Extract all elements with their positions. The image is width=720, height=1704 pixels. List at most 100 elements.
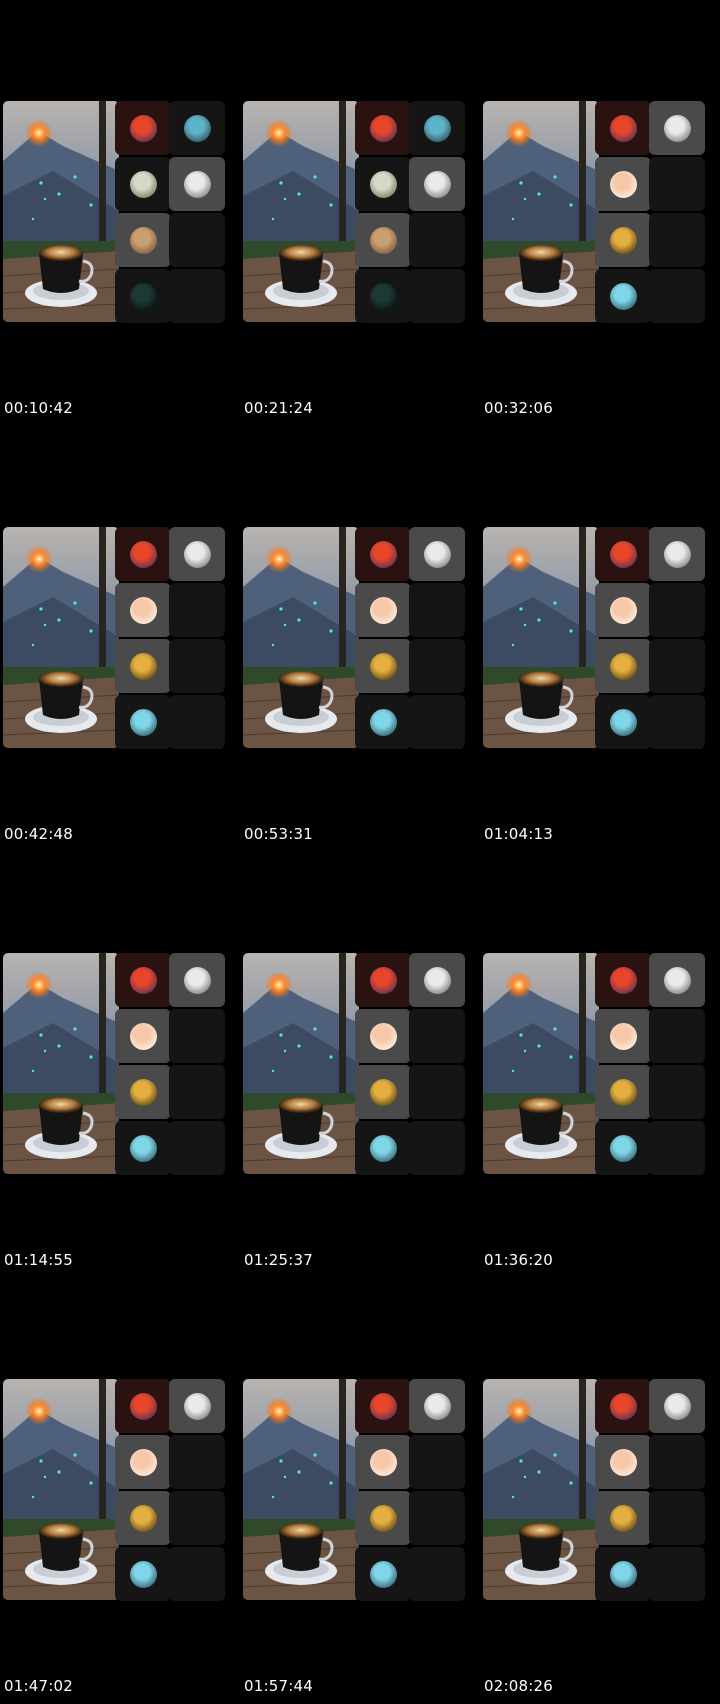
cyan-figure-avatar xyxy=(369,708,397,736)
participant-tile xyxy=(115,1009,171,1063)
frame-thumbnail[interactable] xyxy=(483,527,717,749)
empty-tile xyxy=(649,639,705,693)
participant-tile xyxy=(355,1065,411,1119)
old-man-bw-avatar xyxy=(183,966,211,994)
frame-timestamp: 01:47:02 xyxy=(4,1677,73,1695)
empty-tile xyxy=(409,213,465,267)
frame-thumbnail[interactable] xyxy=(483,1379,717,1601)
cyan-figure-avatar xyxy=(129,708,157,736)
coffee-scene-image xyxy=(3,101,119,322)
baby-face-avatar xyxy=(369,1448,397,1476)
empty-tile xyxy=(409,1491,465,1545)
frame-thumbnail[interactable] xyxy=(243,527,477,749)
participant-tile xyxy=(355,1547,411,1601)
participant-tile xyxy=(355,583,411,637)
statue-avatar xyxy=(369,170,397,198)
participant-tile xyxy=(409,157,465,211)
gold-emblem-avatar xyxy=(369,1078,397,1106)
video-frame-cell[interactable]: 01:47:02 xyxy=(0,1278,240,1704)
empty-tile xyxy=(169,695,225,749)
baby-face-avatar xyxy=(609,1022,637,1050)
gold-emblem-avatar xyxy=(129,1504,157,1532)
participant-tile xyxy=(355,1379,411,1433)
participant-tile xyxy=(169,157,225,211)
gold-emblem-avatar xyxy=(369,652,397,680)
participant-tile xyxy=(169,101,225,155)
video-frame-cell[interactable]: 00:42:48 xyxy=(0,426,240,852)
old-man-bw-avatar xyxy=(183,1392,211,1420)
sunset-warrior-avatar xyxy=(609,114,637,142)
participant-tile xyxy=(115,953,171,1007)
participant-tile xyxy=(595,157,651,211)
video-frame-cell[interactable]: 01:57:44 xyxy=(240,1278,480,1704)
participant-tile xyxy=(355,1009,411,1063)
video-frame-cell[interactable]: 01:04:13 xyxy=(480,426,720,852)
participant-tile xyxy=(355,1121,411,1175)
video-frame-cell[interactable]: 02:08:26 xyxy=(480,1278,720,1704)
participant-tile xyxy=(115,1065,171,1119)
baby-face-avatar xyxy=(129,1022,157,1050)
sunset-warrior-avatar xyxy=(609,966,637,994)
empty-tile xyxy=(409,583,465,637)
old-man-bw-avatar xyxy=(663,966,691,994)
frame-timestamp: 00:42:48 xyxy=(4,825,73,843)
participant-tile xyxy=(649,1379,705,1433)
participant-tile xyxy=(115,695,171,749)
sunset-warrior-avatar xyxy=(129,114,157,142)
participant-tile xyxy=(595,639,651,693)
empty-tile xyxy=(649,213,705,267)
participant-tile xyxy=(169,1379,225,1433)
participant-tile xyxy=(409,527,465,581)
coffee-scene-image xyxy=(483,953,599,1174)
empty-tile xyxy=(169,1121,225,1175)
participant-tile xyxy=(115,583,171,637)
frame-thumbnail[interactable] xyxy=(483,953,717,1175)
participant-tile xyxy=(595,583,651,637)
participant-tile xyxy=(649,527,705,581)
video-frame-cell[interactable]: 00:21:24 xyxy=(240,0,480,426)
participant-tile xyxy=(595,1065,651,1119)
video-frame-cell[interactable]: 01:36:20 xyxy=(480,852,720,1278)
frame-thumbnail[interactable] xyxy=(3,101,237,323)
frame-timestamp: 00:10:42 xyxy=(4,399,73,417)
participant-tile xyxy=(355,953,411,1007)
participant-tile xyxy=(355,639,411,693)
baby-face-avatar xyxy=(609,1448,637,1476)
old-man-bw-avatar xyxy=(663,114,691,142)
participant-tile xyxy=(355,1491,411,1545)
cyan-figure-avatar xyxy=(609,1560,637,1588)
baby-face-avatar xyxy=(609,170,637,198)
video-frame-cell[interactable]: 01:25:37 xyxy=(240,852,480,1278)
frame-thumbnail[interactable] xyxy=(3,953,237,1175)
participant-tile xyxy=(355,157,411,211)
old-man-bw-avatar xyxy=(423,540,451,568)
frame-thumbnail[interactable] xyxy=(483,101,717,323)
frame-thumbnail[interactable] xyxy=(243,953,477,1175)
video-frame-cell[interactable]: 01:14:55 xyxy=(0,852,240,1278)
coffee-scene-image xyxy=(3,1379,119,1600)
participant-tile xyxy=(409,101,465,155)
empty-tile xyxy=(409,1121,465,1175)
frame-thumbnail[interactable] xyxy=(243,101,477,323)
dark-hooded-avatar xyxy=(369,282,397,310)
video-frame-cell[interactable]: 00:10:42 xyxy=(0,0,240,426)
participant-tile xyxy=(595,1009,651,1063)
blue-hooded-avatar xyxy=(183,114,211,142)
empty-tile xyxy=(169,639,225,693)
empty-tile xyxy=(409,1547,465,1601)
video-frame-cell[interactable]: 00:32:06 xyxy=(480,0,720,426)
participant-tile xyxy=(169,527,225,581)
frame-thumbnail[interactable] xyxy=(3,527,237,749)
empty-tile xyxy=(409,1435,465,1489)
participant-tile xyxy=(115,1435,171,1489)
video-frame-cell[interactable]: 00:53:31 xyxy=(240,426,480,852)
frame-thumbnail[interactable] xyxy=(243,1379,477,1601)
coffee-scene-image xyxy=(3,527,119,748)
frame-thumbnail[interactable] xyxy=(3,1379,237,1601)
participant-tile xyxy=(115,213,171,267)
empty-tile xyxy=(649,1065,705,1119)
coffee-scene-image xyxy=(243,527,359,748)
gold-emblem-avatar xyxy=(369,1504,397,1532)
participant-tile xyxy=(595,1435,651,1489)
sunset-warrior-avatar xyxy=(369,966,397,994)
